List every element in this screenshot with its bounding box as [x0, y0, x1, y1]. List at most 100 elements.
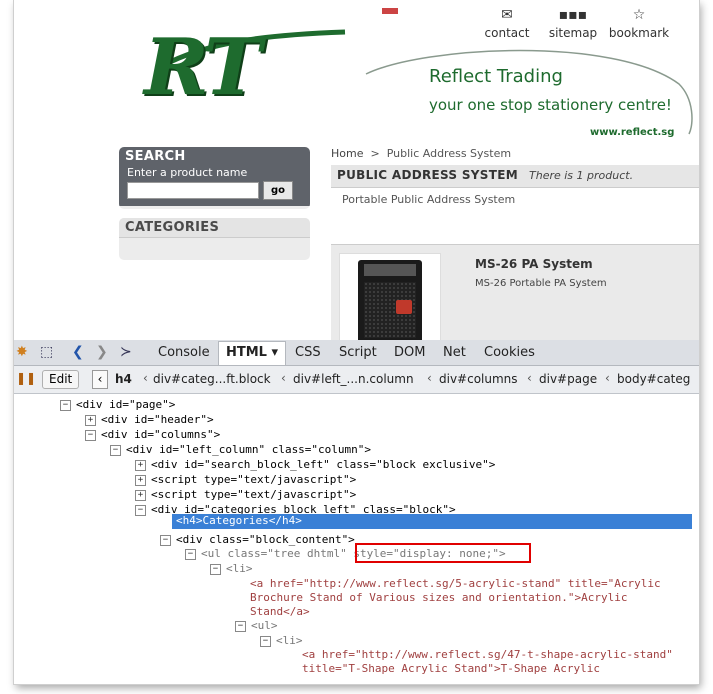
tab-css[interactable]: CSS: [295, 343, 321, 363]
bookmark-link[interactable]: ☆ bookmark: [606, 4, 672, 40]
firebug-icon[interactable]: ✸: [16, 344, 28, 360]
category-title: PUBLIC ADDRESS SYSTEM: [337, 168, 518, 182]
star-icon: ☆: [632, 7, 646, 23]
expand-toggle[interactable]: +: [135, 459, 146, 471]
browser-window: ✉ contact ▪▪▪ sitemap ☆ bookmark RT Refl…: [14, 0, 699, 684]
search-label: Enter a product name: [119, 166, 310, 181]
tree-node[interactable]: − <div id="page">: [60, 398, 175, 412]
break-on-mutate-icon[interactable]: ❚❚: [16, 371, 36, 385]
forward-arrow-icon[interactable]: ❯: [96, 344, 108, 360]
command-line-icon[interactable]: ≻: [120, 344, 132, 360]
tab-dom[interactable]: DOM: [394, 343, 425, 363]
expand-toggle[interactable]: +: [135, 489, 146, 501]
tab-cookies[interactable]: Cookies: [484, 343, 535, 363]
node-markup: <script type="text/javascript">: [151, 488, 357, 501]
node-markup: <a href="http://www.reflect.sg/47-t-shap…: [302, 648, 673, 675]
node-markup: <div id="search_block_left" class="block…: [151, 458, 496, 471]
tree-node[interactable]: − <li>: [260, 634, 303, 648]
collapse-toggle[interactable]: −: [60, 399, 71, 411]
node-markup: <a href="http://www.reflect.sg/5-acrylic…: [250, 577, 661, 618]
edit-button[interactable]: Edit: [42, 370, 80, 389]
selected-tree-node[interactable]: <h4>Categories</h4>: [172, 514, 692, 529]
tab-html[interactable]: HTML ▾: [218, 341, 287, 365]
inspect-element-icon[interactable]: ⬚: [40, 344, 53, 360]
breadcrumb-item[interactable]: div#left_...n.column: [293, 372, 414, 386]
collapse-toggle[interactable]: −: [85, 429, 96, 441]
bookmark-label: bookmark: [608, 26, 670, 40]
tab-html-label: HTML: [226, 345, 267, 360]
brand-tagline: your one stop stationery centre!: [429, 96, 672, 114]
tree-node[interactable]: + <div id="search_block_left" class="bloc…: [135, 458, 495, 472]
brand-url: www.reflect.sg: [590, 127, 675, 138]
tree-node[interactable]: − <div id="columns">: [85, 428, 220, 442]
breadcrumb-item[interactable]: div#columns: [439, 372, 518, 386]
collapse-toggle[interactable]: −: [260, 635, 271, 647]
breadcrumb-current: Public Address System: [386, 147, 512, 160]
breadcrumb-item[interactable]: body#categ: [617, 372, 690, 386]
breadcrumb-separator: ‹: [427, 371, 432, 385]
tree-node[interactable]: − <li>: [210, 562, 253, 576]
tree-node[interactable]: − <div class="block_content">: [160, 533, 355, 547]
envelope-icon: ✉: [501, 7, 513, 23]
sitemap-icon: ▪▪▪: [558, 7, 588, 23]
node-markup: <li>: [226, 562, 253, 575]
language-flag-icon[interactable]: [382, 8, 398, 16]
tab-console[interactable]: Console: [158, 343, 210, 363]
node-markup: <div id="columns">: [101, 428, 221, 441]
tree-node[interactable]: + <script type="text/javascript">: [135, 488, 356, 502]
node-markup: <div id="page">: [76, 398, 176, 411]
breadcrumb-separator: >: [370, 147, 380, 160]
tree-node[interactable]: + <div id="header">: [85, 413, 214, 427]
contact-link[interactable]: ✉ contact: [474, 4, 540, 40]
tree-node[interactable]: − <ul>: [235, 619, 278, 633]
categories-block-title: CATEGORIES: [119, 218, 310, 238]
search-input[interactable]: [127, 182, 259, 199]
collapse-toggle[interactable]: −: [110, 444, 121, 456]
product-image[interactable]: [339, 253, 441, 340]
collapse-toggle[interactable]: −: [160, 534, 171, 546]
product-name-link[interactable]: MS-26 PA System: [475, 257, 593, 271]
collapse-toggle[interactable]: −: [210, 563, 221, 575]
tree-node[interactable]: − <div id="left_column" class="column">: [110, 443, 371, 457]
tree-node[interactable]: + <script type="text/javascript">: [135, 473, 356, 487]
product-description: MS-26 Portable PA System: [475, 278, 607, 289]
collapse-toggle[interactable]: −: [235, 620, 246, 632]
node-markup: <ul>: [251, 619, 278, 632]
sitemap-link[interactable]: ▪▪▪ sitemap: [540, 4, 606, 40]
node-markup: <h4>Categories</h4>: [176, 514, 302, 527]
breadcrumb-item[interactable]: div#categ...ft.block: [153, 372, 271, 386]
search-block-title: SEARCH: [119, 147, 310, 166]
breadcrumb-separator: ‹: [143, 371, 148, 385]
highlight-box: [355, 543, 531, 563]
category-description: Portable Public Address System: [342, 193, 516, 206]
back-arrow-icon[interactable]: ❮: [72, 344, 84, 360]
html-panel-toolbar: ❚❚ Edit ‹ h4 ‹ div#categ...ft.block ‹ di…: [14, 366, 699, 394]
breadcrumb-scroll-left-button[interactable]: ‹: [92, 370, 108, 389]
node-markup: <div id="header">: [101, 413, 214, 426]
breadcrumb-item[interactable]: h4: [115, 372, 132, 386]
breadcrumb-home-link[interactable]: Home: [331, 147, 363, 160]
tab-net[interactable]: Net: [443, 343, 466, 363]
expand-toggle[interactable]: +: [135, 474, 146, 486]
tree-node[interactable]: <a href="http://www.reflect.sg/47-t-shap…: [302, 648, 692, 678]
breadcrumb-separator: ‹: [605, 371, 610, 385]
pa-speaker-image: [358, 260, 422, 340]
expand-toggle[interactable]: +: [85, 414, 96, 426]
search-block: SEARCH Enter a product name go: [119, 147, 310, 209]
tree-node[interactable]: <a href="http://www.reflect.sg/5-acrylic…: [250, 577, 690, 618]
site-logo[interactable]: RT: [144, 22, 261, 113]
breadcrumb-separator: ‹: [281, 371, 286, 385]
collapse-toggle[interactable]: −: [135, 504, 146, 516]
contact-label: contact: [484, 26, 530, 40]
tab-script[interactable]: Script: [339, 343, 377, 363]
node-markup: <li>: [276, 634, 303, 647]
search-go-button[interactable]: go: [263, 181, 293, 200]
chevron-down-icon: ▾: [271, 345, 279, 360]
firebug-panel: ✸ ⬚ ❮ ❯ ≻ Console HTML ▾ CSS Script DOM …: [14, 340, 699, 684]
breadcrumb-item[interactable]: div#page: [539, 372, 597, 386]
collapse-toggle[interactable]: −: [185, 548, 196, 560]
html-tree: − <div id="page"> + <div id="header"> − <di…: [14, 395, 699, 684]
firebug-toolbar: ✸ ⬚ ❮ ❯ ≻ Console HTML ▾ CSS Script DOM …: [14, 340, 699, 366]
product-list-item: MS-26 PA System MS-26 Portable PA System: [331, 244, 699, 340]
category-header: PUBLIC ADDRESS SYSTEM There is 1 product…: [331, 165, 699, 188]
